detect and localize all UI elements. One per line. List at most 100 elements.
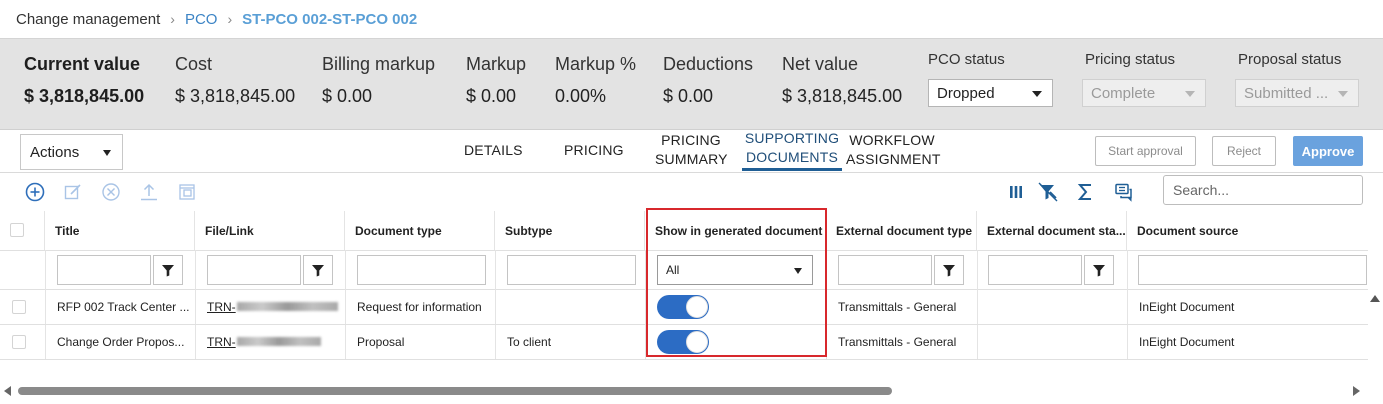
column-header-file-link[interactable]: File/Link — [195, 211, 345, 250]
row-external-doc-type: Transmittals - General — [838, 334, 957, 349]
document-source-filter-input[interactable] — [1138, 255, 1367, 285]
clear-filter-icon[interactable] — [1038, 182, 1058, 202]
sum-icon[interactable] — [1076, 182, 1096, 202]
summary-panel: Current value $ 3,818,845.00 Cost $ 3,81… — [0, 38, 1383, 130]
upload-icon[interactable] — [139, 182, 159, 202]
row-external-doc-type: Transmittals - General — [838, 299, 957, 314]
pricing-status-value: Complete — [1091, 84, 1156, 102]
horizontal-scrollbar[interactable] — [0, 383, 1368, 397]
edit-icon[interactable] — [63, 182, 83, 202]
tab-pricing-summary-line1: PRICING — [661, 132, 721, 148]
proposal-status-value: Submitted ... — [1244, 84, 1329, 102]
row-subtype: To client — [507, 334, 552, 349]
column-header-subtype[interactable]: Subtype — [495, 211, 645, 250]
billing-markup-label: Billing markup — [322, 54, 436, 74]
tab-details-label: DETAILS — [464, 142, 523, 158]
breadcrumb-separator: › — [227, 11, 233, 27]
approve-button[interactable]: Approve — [1293, 136, 1363, 166]
external-doc-type-filter-input[interactable] — [838, 255, 932, 285]
tabs-bar: Actions DETAILS PRICING PRICING SUMMARY … — [0, 130, 1383, 173]
current-value-metric: Current value $ 3,818,845.00 — [24, 53, 144, 107]
breadcrumb-pco[interactable]: PCO — [185, 11, 218, 28]
tab-workflow-line1: WORKFLOW — [849, 132, 935, 148]
start-approval-button[interactable]: Start approval — [1095, 136, 1196, 166]
tab-workflow-assignment[interactable]: WORKFLOW ASSIGNMENT — [846, 131, 940, 169]
pco-status-group: PCO status Dropped — [928, 51, 1053, 107]
title-filter-input[interactable] — [57, 255, 151, 285]
search-placeholder: Search... — [1173, 182, 1230, 198]
column-highlight-annotation — [646, 208, 827, 357]
pco-status-select[interactable]: Dropped — [928, 79, 1053, 107]
net-value-label: Net value — [782, 54, 859, 74]
breadcrumb-current: ST-PCO 002-ST-PCO 002 — [242, 10, 418, 28]
view-document-icon[interactable] — [177, 182, 197, 202]
actions-dropdown[interactable]: Actions — [20, 134, 123, 170]
proposal-status-group: Proposal status Submitted ... — [1235, 51, 1359, 107]
external-doc-type-filter-button[interactable] — [934, 255, 964, 285]
document-type-filter-input[interactable] — [357, 255, 486, 285]
cost-value: $ 3,818,845.00 — [175, 86, 296, 106]
scroll-left-icon[interactable] — [2, 385, 12, 397]
row-checkbox[interactable] — [12, 335, 26, 349]
row-file-link[interactable]: TRN- — [195, 289, 345, 324]
tab-pricing-summary[interactable]: PRICING SUMMARY — [655, 131, 728, 169]
markup-percent-value: 0.00% — [555, 86, 607, 106]
chevron-down-icon — [1032, 91, 1042, 97]
tab-pricing-label: PRICING — [564, 142, 624, 158]
column-header-document-type[interactable]: Document type — [345, 211, 495, 250]
actions-label: Actions — [30, 143, 80, 161]
billing-markup-value: $ 0.00 — [322, 86, 373, 106]
breadcrumb-separator: › — [170, 11, 175, 27]
markup-percent-metric: Markup % 0.00% — [555, 53, 636, 107]
tab-supporting-documents[interactable]: SUPPORTING DOCUMENTS — [744, 129, 840, 167]
row-divider — [0, 359, 1368, 360]
pco-status-value: Dropped — [937, 84, 995, 102]
chevron-down-icon — [1185, 91, 1195, 97]
tab-pricing[interactable]: PRICING — [564, 141, 624, 160]
breadcrumb-root[interactable]: Change management — [16, 11, 160, 28]
pricing-status-select: Complete — [1082, 79, 1206, 107]
reject-button[interactable]: Reject — [1212, 136, 1276, 166]
external-doc-status-filter-input[interactable] — [988, 255, 1082, 285]
filter-icon — [1093, 265, 1105, 277]
net-value-metric: Net value $ 3,818,845.00 — [782, 53, 902, 107]
scroll-right-icon[interactable] — [1352, 385, 1362, 397]
row-document-type: Proposal — [357, 334, 405, 349]
comments-icon[interactable] — [1114, 182, 1134, 202]
row-file-link[interactable]: TRN- — [195, 324, 345, 359]
file-link-filter-input[interactable] — [207, 255, 301, 285]
row-title: RFP 002 Track Center ... — [57, 299, 190, 314]
scroll-up-icon[interactable] — [1368, 293, 1382, 305]
column-header-external-doc-type[interactable]: External document type — [826, 211, 977, 250]
cancel-icon[interactable] — [101, 182, 121, 202]
net-value: $ 3,818,845.00 — [782, 86, 903, 106]
column-header-title[interactable]: Title — [45, 211, 195, 250]
column-header-document-source[interactable]: Document source — [1127, 211, 1368, 250]
filter-icon — [943, 265, 955, 277]
column-header-external-doc-status[interactable]: External document sta... — [977, 211, 1127, 250]
deductions-label: Deductions — [663, 54, 754, 74]
scrollbar-thumb[interactable] — [18, 387, 892, 395]
chevron-down-icon — [1338, 91, 1348, 97]
external-doc-status-filter-button[interactable] — [1084, 255, 1114, 285]
select-all-checkbox[interactable] — [10, 223, 24, 237]
row-file-link-text[interactable]: TRN- — [207, 335, 236, 349]
row-checkbox[interactable] — [12, 300, 26, 314]
tab-details[interactable]: DETAILS — [464, 141, 523, 160]
filter-icon — [162, 265, 174, 277]
current-value-label: Current value — [24, 54, 141, 74]
search-input[interactable]: Search... — [1163, 175, 1363, 205]
columns-icon[interactable] — [1006, 182, 1026, 202]
title-filter-button[interactable] — [153, 255, 183, 285]
file-link-filter-button[interactable] — [303, 255, 333, 285]
cost-label: Cost — [175, 54, 213, 74]
row-external-doc-status — [977, 289, 1127, 324]
filter-icon — [312, 265, 324, 277]
markup-metric: Markup $ 0.00 — [466, 53, 526, 107]
pricing-status-group: Pricing status Complete — [1082, 51, 1206, 107]
row-subtype — [495, 289, 645, 324]
subtype-filter-input[interactable] — [507, 255, 636, 285]
markup-percent-label: Markup % — [555, 54, 637, 74]
row-file-link-text[interactable]: TRN- — [207, 300, 236, 314]
add-icon[interactable] — [25, 182, 45, 202]
